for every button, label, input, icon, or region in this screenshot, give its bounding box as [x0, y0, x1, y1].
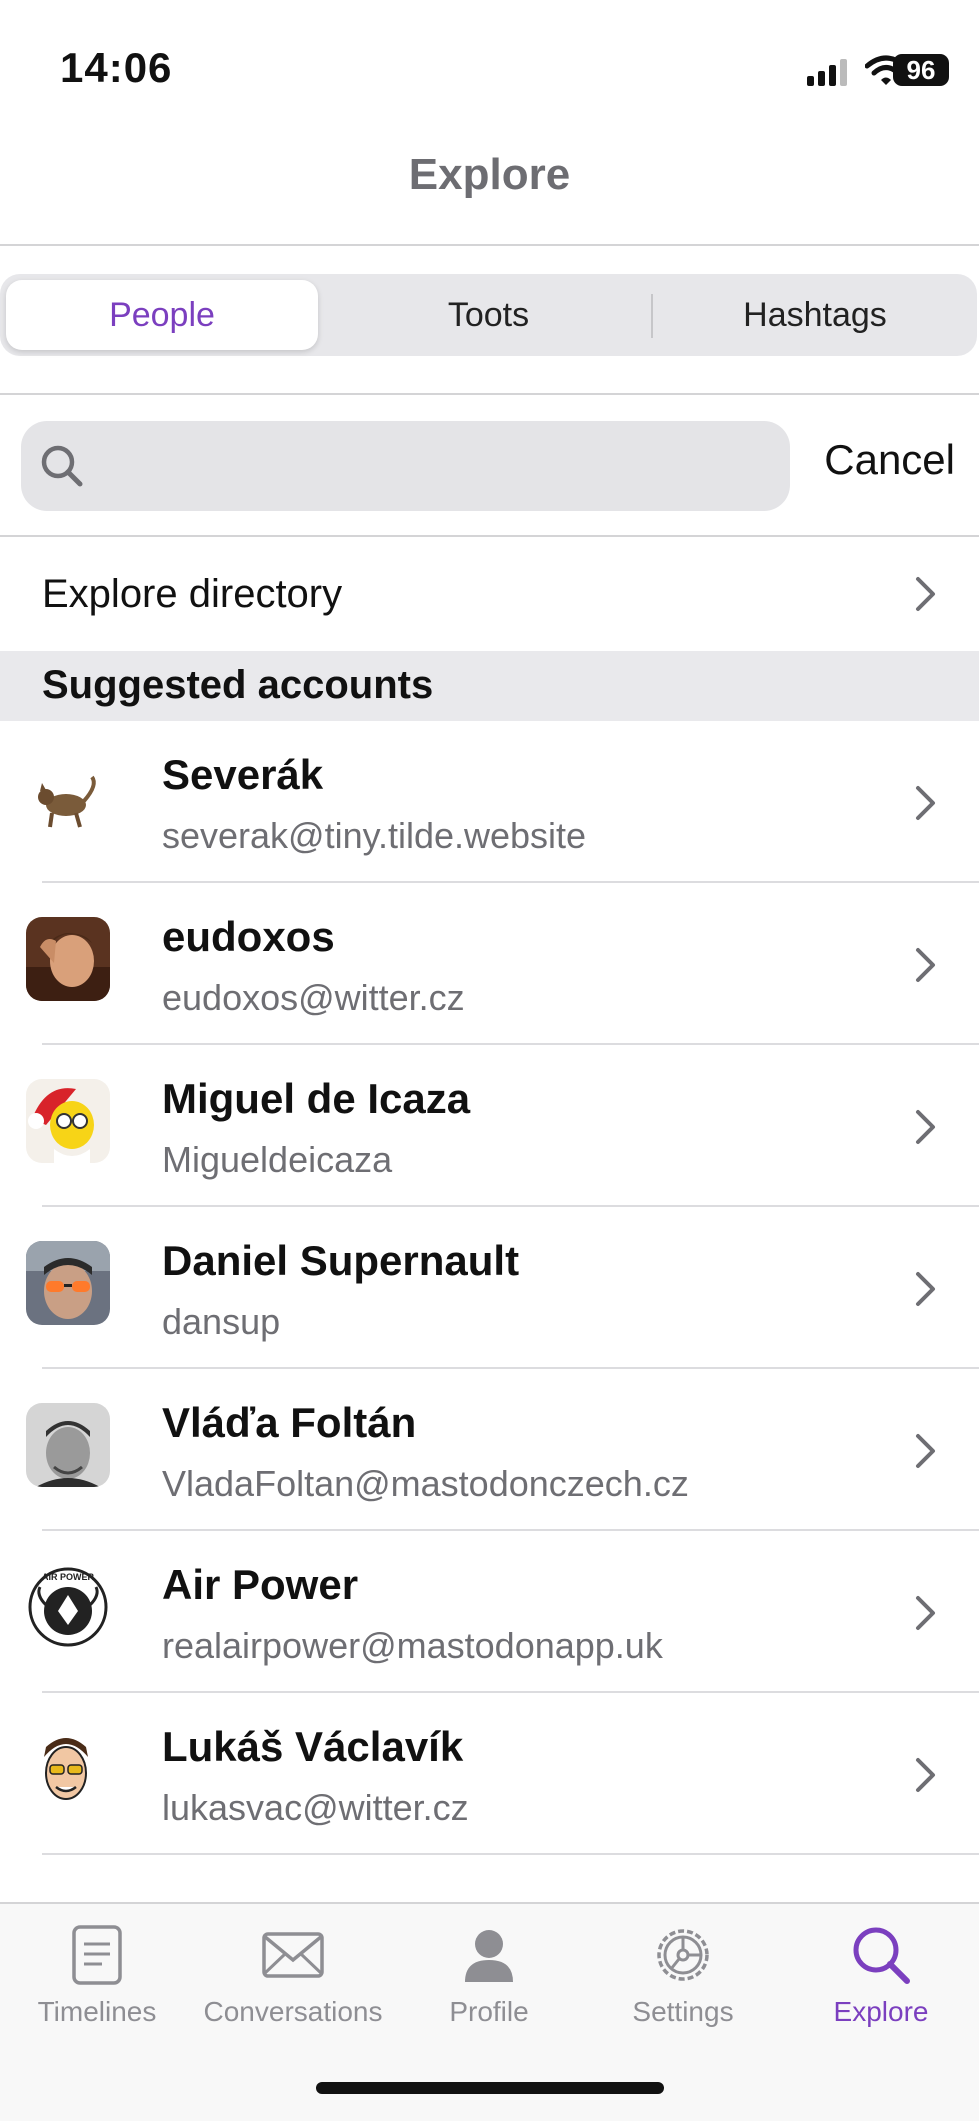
segmented-control: People Toots Hashtags [0, 274, 977, 356]
row-separator [42, 1853, 979, 1855]
status-icons: 96 [719, 48, 979, 98]
explore-directory-row[interactable]: Explore directory [0, 538, 979, 648]
tab-profile[interactable]: Profile [394, 1924, 584, 2064]
tab-timelines[interactable]: Timelines [2, 1924, 192, 2064]
tab-label: Settings [632, 1996, 734, 2027]
account-row[interactable]: Daniel Supernault dansup [0, 1207, 979, 1369]
account-name: Daniel Supernault [162, 1237, 520, 1284]
status-bar: 14:06 96 [0, 0, 979, 140]
home-indicator [316, 2082, 664, 2094]
account-handle: lukasvac@witter.cz [162, 1787, 469, 1828]
avatar [26, 1079, 110, 1163]
tab-label: Conversations [203, 1996, 383, 2027]
chevron-right-icon [916, 948, 935, 982]
account-handle: VladaFoltan@mastodonczech.cz [162, 1463, 689, 1504]
avatar [26, 1403, 110, 1487]
section-header: Suggested accounts [0, 651, 979, 721]
account-handle: realairpower@mastodonapp.uk [162, 1625, 663, 1666]
tab-label: Explore [833, 1996, 929, 2027]
search-icon [853, 1927, 910, 1984]
chevron-right-icon [916, 1110, 935, 1144]
search-input[interactable] [21, 421, 790, 511]
tab-settings[interactable]: Settings [588, 1924, 778, 2064]
avatar [26, 917, 110, 1001]
envelope-icon [262, 1932, 324, 1978]
account-name: eudoxos [162, 913, 335, 960]
account-name: Vláďa Foltán [162, 1399, 417, 1446]
chevron-right-icon [916, 1758, 935, 1792]
account-row[interactable]: Severák severak@tiny.tilde.website [0, 721, 979, 883]
account-row[interactable]: Lukáš Václavík lukasvac@witter.cz [0, 1693, 979, 1855]
cancel-button[interactable]: Cancel [824, 436, 955, 484]
account-row[interactable]: eudoxos eudoxos@witter.cz [0, 883, 979, 1045]
document-icon [72, 1925, 122, 1985]
tab-conversations[interactable]: Conversations [198, 1924, 388, 2064]
divider [0, 393, 979, 395]
account-name: Air Power [162, 1561, 359, 1608]
divider [0, 244, 979, 246]
avatar [26, 1727, 110, 1811]
account-handle: eudoxos@witter.cz [162, 977, 465, 1018]
chevron-right-icon [916, 1596, 935, 1630]
section-title: Suggested accounts [42, 663, 434, 707]
chevron-right-icon [916, 1434, 935, 1468]
account-handle: dansup [162, 1301, 281, 1342]
status-time: 14:06 [60, 44, 173, 91]
chevron-right-icon [916, 577, 935, 611]
segment-people[interactable]: People [6, 280, 318, 350]
chevron-right-icon [916, 786, 935, 820]
account-name: Miguel de Icaza [162, 1075, 471, 1122]
gear-icon [657, 1929, 709, 1981]
chevron-right-icon [916, 1272, 935, 1306]
account-handle: severak@tiny.tilde.website [162, 815, 587, 856]
account-row[interactable]: Vláďa Foltán VladaFoltan@mastodonczech.c… [0, 1369, 979, 1531]
tab-label: Profile [449, 1996, 529, 2027]
account-row[interactable]: Miguel de Icaza Migueldeicaza [0, 1045, 979, 1207]
cellular-signal-icon [807, 59, 847, 86]
search-icon [41, 445, 83, 487]
divider [0, 535, 979, 537]
account-row[interactable]: AIR POWER Air Power realairpower@mastodo… [0, 1531, 979, 1693]
avatar: AIR POWER [26, 1565, 110, 1649]
account-name: Lukáš Václavík [162, 1723, 464, 1770]
svg-text:AIR POWER: AIR POWER [42, 1572, 95, 1582]
account-name: Severák [162, 751, 324, 798]
avatar [26, 1241, 110, 1325]
account-handle: Migueldeicaza [162, 1139, 393, 1180]
segment-toots[interactable]: Toots [326, 280, 651, 350]
tab-explore[interactable]: Explore [786, 1924, 976, 2064]
battery-indicator: 96 [893, 54, 949, 86]
tab-label: Timelines [37, 1996, 157, 2027]
avatar [26, 755, 110, 839]
person-icon [465, 1930, 513, 1982]
page-title: Explore [408, 150, 571, 199]
suggested-accounts-list: Severák severak@tiny.tilde.website eudox… [0, 721, 979, 1855]
explore-directory-label: Explore directory [42, 572, 343, 616]
segment-hashtags[interactable]: Hashtags [653, 280, 977, 350]
